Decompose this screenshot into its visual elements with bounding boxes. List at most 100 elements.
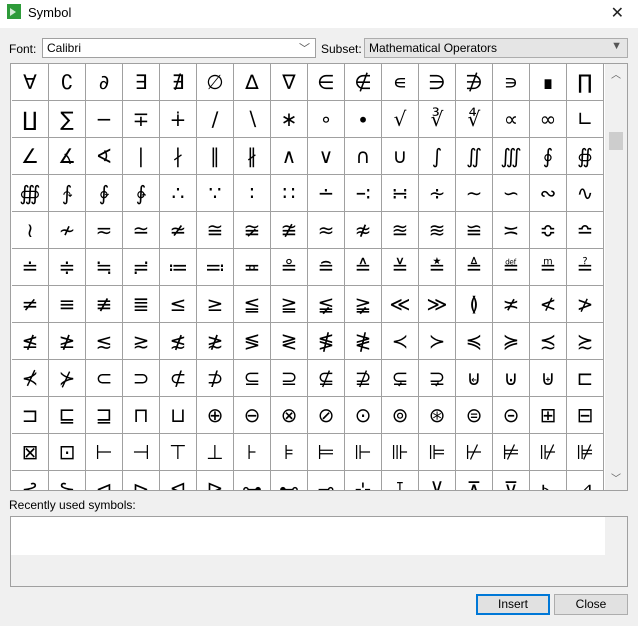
symbol-cell[interactable]: ≺ bbox=[382, 323, 419, 360]
symbol-cell[interactable]: − bbox=[86, 101, 123, 138]
symbol-cell[interactable]: ∬ bbox=[456, 138, 493, 175]
symbol-cell[interactable]: ≻ bbox=[419, 323, 456, 360]
symbol-cell[interactable]: ≅ bbox=[197, 212, 234, 249]
symbol-cell[interactable]: ∏ bbox=[567, 64, 604, 101]
symbol-cell[interactable]: ∾ bbox=[530, 175, 567, 212]
symbol-cell[interactable]: ⊸ bbox=[308, 471, 345, 490]
symbol-cell[interactable]: ∔ bbox=[160, 101, 197, 138]
symbol-cell[interactable]: ≨ bbox=[308, 286, 345, 323]
symbol-cell[interactable]: ⊑ bbox=[49, 397, 86, 434]
symbol-cell[interactable]: ≍ bbox=[493, 212, 530, 249]
symbol-cell[interactable]: ∹ bbox=[345, 175, 382, 212]
symbol-cell[interactable]: ⊨ bbox=[308, 434, 345, 471]
font-dropdown[interactable]: Calibri ﹀ bbox=[42, 38, 316, 58]
symbol-cell[interactable]: ∴ bbox=[160, 175, 197, 212]
symbol-cell[interactable]: ∈ bbox=[308, 64, 345, 101]
symbol-cell[interactable]: ⊻ bbox=[419, 471, 456, 490]
symbol-cell[interactable]: ∸ bbox=[308, 175, 345, 212]
subset-dropdown[interactable]: Mathematical Operators ▼ bbox=[364, 38, 628, 58]
symbol-cell[interactable]: ≞ bbox=[530, 249, 567, 286]
scrollbar[interactable]: ︿ ﹀ bbox=[605, 64, 627, 490]
symbol-cell[interactable]: ≐ bbox=[12, 249, 49, 286]
symbol-cell[interactable]: ∅ bbox=[197, 64, 234, 101]
symbol-cell[interactable]: ∷ bbox=[271, 175, 308, 212]
symbol-cell[interactable]: ⊬ bbox=[456, 434, 493, 471]
symbol-cell[interactable]: ≒ bbox=[86, 249, 123, 286]
symbol-cell[interactable]: ∛ bbox=[419, 101, 456, 138]
symbol-cell[interactable]: ≦ bbox=[234, 286, 271, 323]
symbol-cell[interactable]: ≀ bbox=[12, 212, 49, 249]
symbol-cell[interactable]: ∿ bbox=[567, 175, 604, 212]
symbol-cell[interactable]: ≇ bbox=[271, 212, 308, 249]
symbol-cell[interactable]: ≑ bbox=[49, 249, 86, 286]
symbol-cell[interactable]: ∩ bbox=[345, 138, 382, 175]
symbol-cell[interactable]: ⊘ bbox=[308, 397, 345, 434]
symbol-cell[interactable]: ⊦ bbox=[234, 434, 271, 471]
symbol-cell[interactable]: ∗ bbox=[271, 101, 308, 138]
symbol-cell[interactable]: ⊳ bbox=[123, 471, 160, 490]
symbol-cell[interactable]: ⊔ bbox=[160, 397, 197, 434]
symbol-cell[interactable]: ⊫ bbox=[419, 434, 456, 471]
symbol-cell[interactable]: ⊒ bbox=[86, 397, 123, 434]
symbol-cell[interactable]: ≬ bbox=[456, 286, 493, 323]
symbol-cell[interactable]: ∂ bbox=[86, 64, 123, 101]
scroll-thumb[interactable] bbox=[609, 132, 623, 150]
symbol-cell[interactable]: ≓ bbox=[123, 249, 160, 286]
symbol-cell[interactable]: ≔ bbox=[160, 249, 197, 286]
symbol-cell[interactable]: ∙ bbox=[345, 101, 382, 138]
symbol-cell[interactable]: ≙ bbox=[345, 249, 382, 286]
symbol-cell[interactable]: ⊌ bbox=[456, 360, 493, 397]
symbol-cell[interactable]: ≊ bbox=[382, 212, 419, 249]
symbol-cell[interactable]: ≂ bbox=[86, 212, 123, 249]
close-button[interactable]: Close bbox=[554, 594, 628, 615]
symbol-cell[interactable]: ∉ bbox=[345, 64, 382, 101]
symbol-cell[interactable]: ⊂ bbox=[86, 360, 123, 397]
symbol-cell[interactable]: ⊛ bbox=[419, 397, 456, 434]
symbol-cell[interactable]: ∻ bbox=[419, 175, 456, 212]
symbol-cell[interactable]: ∥ bbox=[197, 138, 234, 175]
symbol-cell[interactable]: ≟ bbox=[567, 249, 604, 286]
symbol-cell[interactable]: ⊧ bbox=[271, 434, 308, 471]
symbol-cell[interactable]: ≲ bbox=[86, 323, 123, 360]
symbol-cell[interactable]: ≣ bbox=[123, 286, 160, 323]
symbol-cell[interactable]: ∖ bbox=[234, 101, 271, 138]
symbol-cell[interactable]: ⊚ bbox=[382, 397, 419, 434]
symbol-cell[interactable]: ∼ bbox=[456, 175, 493, 212]
symbol-cell[interactable]: ⊕ bbox=[197, 397, 234, 434]
symbol-cell[interactable]: ≽ bbox=[493, 323, 530, 360]
symbol-cell[interactable]: ⊙ bbox=[345, 397, 382, 434]
symbol-cell[interactable]: ∣ bbox=[123, 138, 160, 175]
symbol-cell[interactable]: ≴ bbox=[160, 323, 197, 360]
symbol-cell[interactable]: ≜ bbox=[456, 249, 493, 286]
symbol-cell[interactable]: ∆ bbox=[234, 64, 271, 101]
symbol-cell[interactable]: ⊁ bbox=[49, 360, 86, 397]
symbol-cell[interactable]: ≝ bbox=[493, 249, 530, 286]
close-icon[interactable]: ✕ bbox=[611, 3, 624, 23]
symbol-cell[interactable]: ⊿ bbox=[567, 471, 604, 490]
symbol-cell[interactable]: ⊭ bbox=[493, 434, 530, 471]
symbol-cell[interactable]: ⊣ bbox=[123, 434, 160, 471]
symbol-cell[interactable]: ⊥ bbox=[197, 434, 234, 471]
symbol-cell[interactable]: ≉ bbox=[345, 212, 382, 249]
symbol-cell[interactable]: ≆ bbox=[234, 212, 271, 249]
symbol-cell[interactable]: ≗ bbox=[271, 249, 308, 286]
symbol-cell[interactable]: ⊃ bbox=[123, 360, 160, 397]
symbol-cell[interactable]: ∵ bbox=[197, 175, 234, 212]
symbol-cell[interactable]: ∑ bbox=[49, 101, 86, 138]
scroll-up-icon[interactable]: ︿ bbox=[605, 66, 627, 84]
symbol-cell[interactable]: ≤ bbox=[160, 286, 197, 323]
symbol-cell[interactable]: ⊗ bbox=[271, 397, 308, 434]
symbol-cell[interactable]: ∯ bbox=[567, 138, 604, 175]
symbol-cell[interactable]: ≡ bbox=[49, 286, 86, 323]
symbol-cell[interactable]: ∄ bbox=[160, 64, 197, 101]
symbol-cell[interactable]: ≿ bbox=[567, 323, 604, 360]
symbol-cell[interactable]: ⊀ bbox=[12, 360, 49, 397]
symbol-cell[interactable]: ∡ bbox=[49, 138, 86, 175]
symbol-cell[interactable]: ⊢ bbox=[86, 434, 123, 471]
symbol-cell[interactable]: ⊷ bbox=[271, 471, 308, 490]
symbol-cell[interactable]: ≘ bbox=[308, 249, 345, 286]
symbol-cell[interactable]: ≮ bbox=[530, 286, 567, 323]
symbol-cell[interactable]: ⊺ bbox=[382, 471, 419, 490]
symbol-cell[interactable]: ⊠ bbox=[12, 434, 49, 471]
symbol-cell[interactable]: ≏ bbox=[567, 212, 604, 249]
